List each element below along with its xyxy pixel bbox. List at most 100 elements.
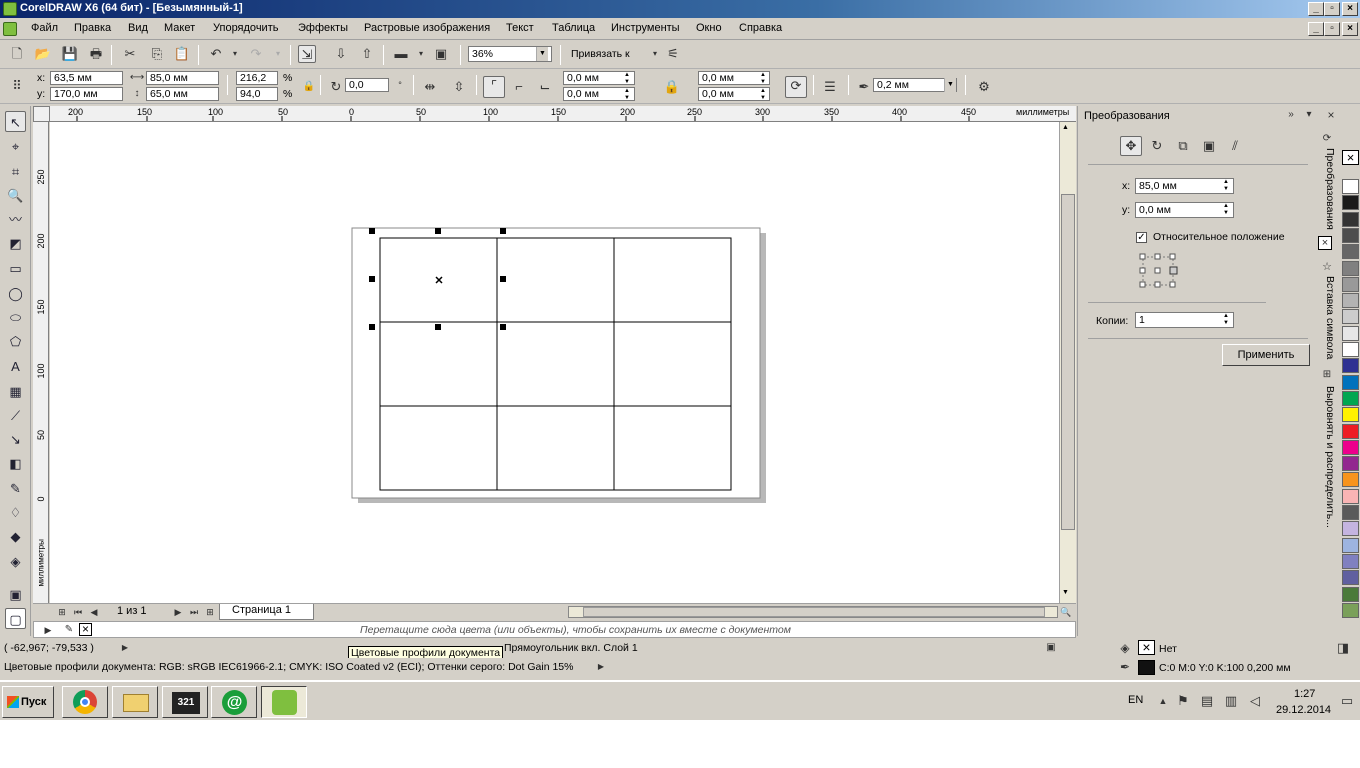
search-content-icon[interactable]: ⇲: [298, 45, 316, 63]
palette-swatch[interactable]: [1342, 276, 1359, 292]
network-icon[interactable]: ▥: [1222, 692, 1240, 710]
position-transform-icon[interactable]: ✥: [1120, 136, 1142, 156]
device-icon[interactable]: ▤: [1198, 692, 1216, 710]
connector-tool-icon[interactable]: ↘: [5, 429, 26, 450]
rotation-input[interactable]: 0,0: [345, 78, 389, 92]
page-tab[interactable]: Страница 1: [219, 604, 314, 620]
print-icon[interactable]: 🖶: [87, 45, 105, 63]
ellipse-tool-icon[interactable]: ◯: [5, 283, 26, 304]
palette-swatch[interactable]: [1342, 521, 1359, 537]
palette-swatch[interactable]: [1342, 374, 1359, 390]
wrap-text-icon[interactable]: ☰: [821, 78, 839, 96]
export-icon[interactable]: ⇧: [358, 45, 376, 63]
vertical-ruler[interactable]: 250 200 150 100 50 0 миллиметры: [33, 122, 49, 604]
volume-icon[interactable]: ◁: [1246, 692, 1264, 710]
outline-tool-icon[interactable]: ♢: [5, 502, 26, 523]
menu-arrange[interactable]: Упорядочить: [213, 22, 278, 34]
tab-insert-character[interactable]: Вставка символа: [1318, 276, 1336, 359]
navigator-icon[interactable]: 🔍: [1057, 603, 1075, 621]
smart-fill-icon[interactable]: ◩: [5, 233, 26, 254]
palette-swatch[interactable]: [1342, 602, 1359, 618]
scale-mirror-icon[interactable]: ⧉: [1174, 137, 1192, 155]
mirror-horizontal-icon[interactable]: ⇹: [421, 78, 439, 96]
drawing-canvas[interactable]: [50, 122, 1059, 603]
docker-y-spin-icon[interactable]: ▲ ▼: [1221, 203, 1231, 217]
redo-dropdown-icon[interactable]: ▾: [269, 45, 287, 63]
doc-close-icon[interactable]: ×: [1342, 22, 1358, 36]
fill-none-swatch[interactable]: ×: [1138, 640, 1155, 655]
coreldraw-taskbar-button[interactable]: [261, 686, 307, 718]
palette-swatch[interactable]: [1342, 488, 1359, 504]
basic-shapes-icon[interactable]: ⬠: [5, 331, 26, 352]
welcome-screen-icon[interactable]: ▣: [432, 45, 450, 63]
copies-spin-icon[interactable]: ▲ ▼: [1221, 313, 1231, 327]
palette-swatch[interactable]: [1342, 179, 1359, 194]
application-launcher-icon[interactable]: ▬: [392, 45, 410, 63]
menu-bitmaps[interactable]: Растровые изображения: [364, 22, 490, 34]
docker-x-spin-icon[interactable]: ▲ ▼: [1221, 179, 1231, 193]
menu-text[interactable]: Текст: [506, 22, 534, 34]
size-transform-icon[interactable]: ▣: [1200, 137, 1218, 155]
doc-restore-icon[interactable]: ▫: [1324, 22, 1340, 36]
options-icon[interactable]: ⚟: [664, 45, 682, 63]
corner-lock-icon[interactable]: 🔒: [663, 78, 681, 96]
snap-dropdown-icon[interactable]: ▾: [646, 45, 664, 63]
undo-dropdown-icon[interactable]: ▾: [226, 45, 244, 63]
tab-transformations[interactable]: Преобразования: [1318, 148, 1336, 230]
action-center-icon[interactable]: ⚑: [1174, 692, 1192, 710]
eyedropper-icon[interactable]: ✎: [60, 621, 78, 639]
horizontal-ruler[interactable]: 200 150 100 50 0 50 100 150 200 250 300 …: [50, 106, 1076, 122]
add-page-after-icon[interactable]: ⊞: [201, 603, 219, 621]
palette-swatch[interactable]: [1342, 195, 1359, 211]
minimize-icon[interactable]: _: [1308, 2, 1324, 16]
x-position-input[interactable]: 63,5 мм: [50, 71, 123, 85]
text-tool-icon[interactable]: A: [5, 356, 26, 377]
skew-transform-icon[interactable]: ⫽: [1226, 137, 1244, 155]
menu-view[interactable]: Вид: [128, 22, 148, 34]
clock-time[interactable]: 1:27: [1294, 688, 1315, 700]
rotate-transform-icon[interactable]: ↻: [1148, 137, 1166, 155]
anchor-grid-icon[interactable]: [1139, 253, 1181, 289]
zoom-tool-icon[interactable]: 🔍: [5, 185, 26, 206]
mirror-vertical-icon[interactable]: ⇳: [450, 78, 468, 96]
menu-window[interactable]: Окно: [696, 22, 722, 34]
align-icon[interactable]: ⊞: [1318, 366, 1336, 384]
freehand-tool-icon[interactable]: 〰: [5, 209, 26, 230]
docker-y-input[interactable]: 0,0 мм: [1135, 202, 1234, 218]
launcher-dropdown-icon[interactable]: ▾: [412, 45, 430, 63]
snap-to-label[interactable]: Привязать к: [571, 48, 630, 60]
clock-date[interactable]: 29.12.2014: [1276, 704, 1331, 716]
tab-align-distribute[interactable]: Выровнять и распределить...: [1318, 386, 1336, 528]
menu-table[interactable]: Таблица: [552, 22, 595, 34]
language-indicator[interactable]: EN: [1128, 694, 1143, 706]
open-icon[interactable]: 📂: [34, 45, 52, 63]
palette-swatch[interactable]: [1342, 309, 1359, 325]
menu-edit[interactable]: Правка: [74, 22, 111, 34]
palette-swatch[interactable]: [1342, 439, 1359, 455]
scalloped-corner-icon[interactable]: ⌐: [510, 78, 528, 96]
scroll-down-icon[interactable]: ▼: [1062, 589, 1069, 596]
horizontal-scrollbar[interactable]: [568, 606, 1058, 618]
palette-swatch[interactable]: [1342, 423, 1359, 439]
copies-input[interactable]: 1: [1135, 312, 1234, 328]
menu-help[interactable]: Справка: [739, 22, 782, 34]
spin-icon[interactable]: ▲ ▼: [758, 72, 768, 86]
ruler-origin[interactable]: [33, 106, 50, 122]
explorer-taskbar-button[interactable]: [112, 686, 158, 718]
menu-tools[interactable]: Инструменты: [611, 22, 680, 34]
spin-icon[interactable]: ▲ ▼: [622, 72, 632, 86]
palette-swatch[interactable]: [1342, 505, 1359, 520]
show-desktop-icon[interactable]: ▭: [1338, 692, 1356, 710]
interactive-tool-icon[interactable]: ◧: [5, 453, 26, 474]
outline-color-swatch[interactable]: [1138, 660, 1155, 675]
pick-tool-icon[interactable]: ↖: [5, 111, 26, 132]
palette-menu-icon[interactable]: ▶: [39, 621, 57, 639]
copy-icon[interactable]: ⎘: [148, 45, 166, 63]
scale-height-input[interactable]: 94,0: [236, 87, 278, 101]
import-icon[interactable]: ⇩: [332, 45, 350, 63]
doc-minimize-icon[interactable]: _: [1308, 22, 1324, 36]
transform-tab-icon[interactable]: ⟳: [1318, 130, 1336, 148]
zoom-dropdown-icon[interactable]: ▼: [536, 47, 548, 61]
no-color-palette-icon[interactable]: ×: [1342, 150, 1359, 165]
width-input[interactable]: 85,0 мм: [146, 71, 219, 85]
